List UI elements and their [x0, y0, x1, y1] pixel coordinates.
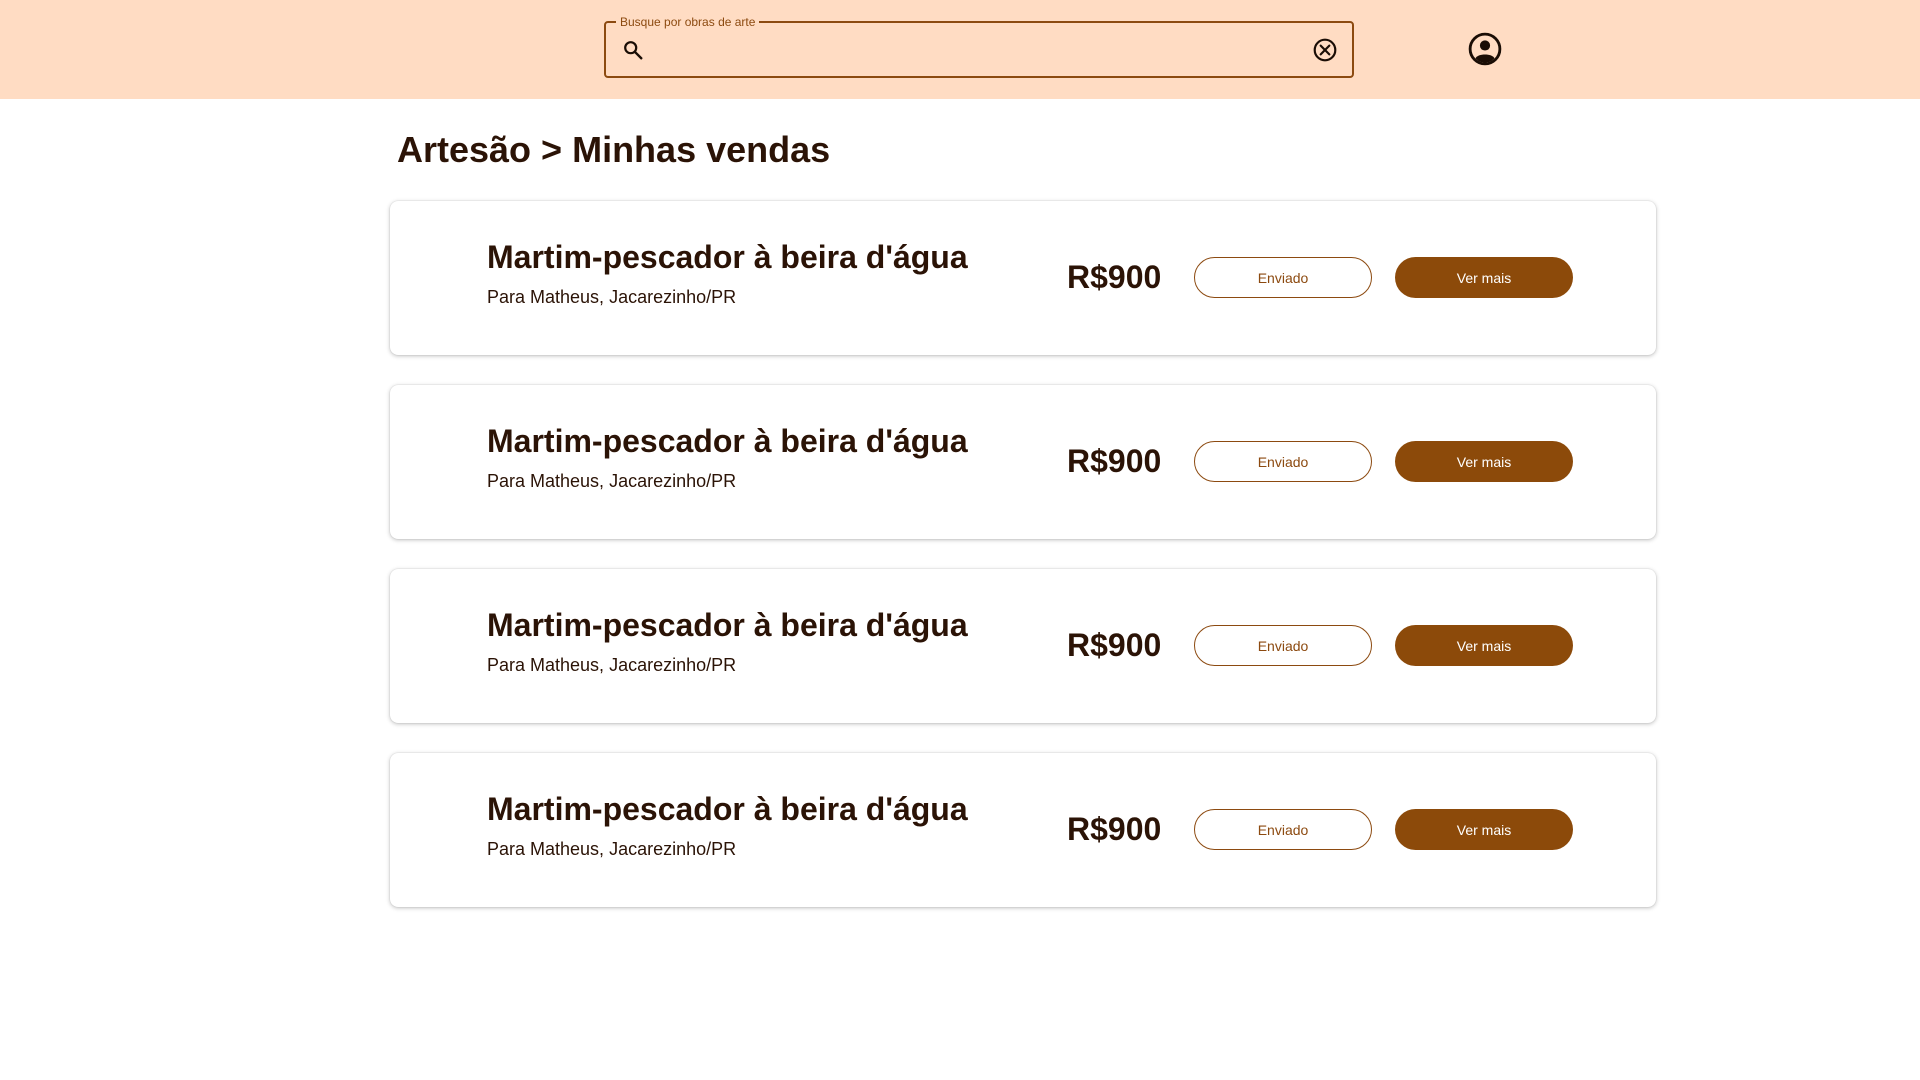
status-button[interactable]: Enviado: [1194, 625, 1372, 666]
sale-price: R$900: [1067, 443, 1162, 479]
status-button[interactable]: Enviado: [1194, 809, 1372, 850]
search-field[interactable]: Busque por obras de arte: [604, 15, 1354, 78]
sale-card: Martim-pescador à beira d'água Para Math…: [390, 569, 1656, 723]
account-icon[interactable]: [1468, 32, 1502, 66]
sale-card: Martim-pescador à beira d'água Para Math…: [390, 385, 1656, 539]
sales-list: Martim-pescador à beira d'água Para Math…: [390, 201, 1656, 937]
see-more-button[interactable]: Ver mais: [1395, 809, 1573, 850]
search-icon: [624, 41, 643, 60]
search-input[interactable]: [658, 31, 1278, 69]
sale-recipient: Para Matheus, Jacarezinho/PR: [487, 839, 737, 859]
see-more-button[interactable]: Ver mais: [1395, 257, 1573, 298]
clear-icon[interactable]: [1312, 37, 1338, 63]
sale-price: R$900: [1067, 259, 1162, 295]
status-button[interactable]: Enviado: [1194, 441, 1372, 482]
sale-recipient: Para Matheus, Jacarezinho/PR: [487, 655, 737, 675]
top-bar: Busque por obras de arte: [0, 0, 1920, 99]
sale-recipient: Para Matheus, Jacarezinho/PR: [487, 287, 737, 307]
sale-card: Martim-pescador à beira d'água Para Math…: [390, 753, 1656, 907]
sale-recipient: Para Matheus, Jacarezinho/PR: [487, 471, 737, 491]
sale-title: Martim-pescador à beira d'água: [487, 607, 968, 643]
see-more-button[interactable]: Ver mais: [1395, 625, 1573, 666]
sale-title: Martim-pescador à beira d'água: [487, 791, 968, 827]
status-button[interactable]: Enviado: [1194, 257, 1372, 298]
sale-price: R$900: [1067, 811, 1162, 847]
sale-price: R$900: [1067, 627, 1162, 663]
search-label: Busque por obras de arte: [616, 15, 760, 29]
sale-title: Martim-pescador à beira d'água: [487, 423, 968, 459]
see-more-button[interactable]: Ver mais: [1395, 441, 1573, 482]
page-title: Artesão > Minhas vendas: [397, 129, 831, 170]
sale-card: Martim-pescador à beira d'água Para Math…: [390, 201, 1656, 355]
sale-title: Martim-pescador à beira d'água: [487, 239, 968, 275]
